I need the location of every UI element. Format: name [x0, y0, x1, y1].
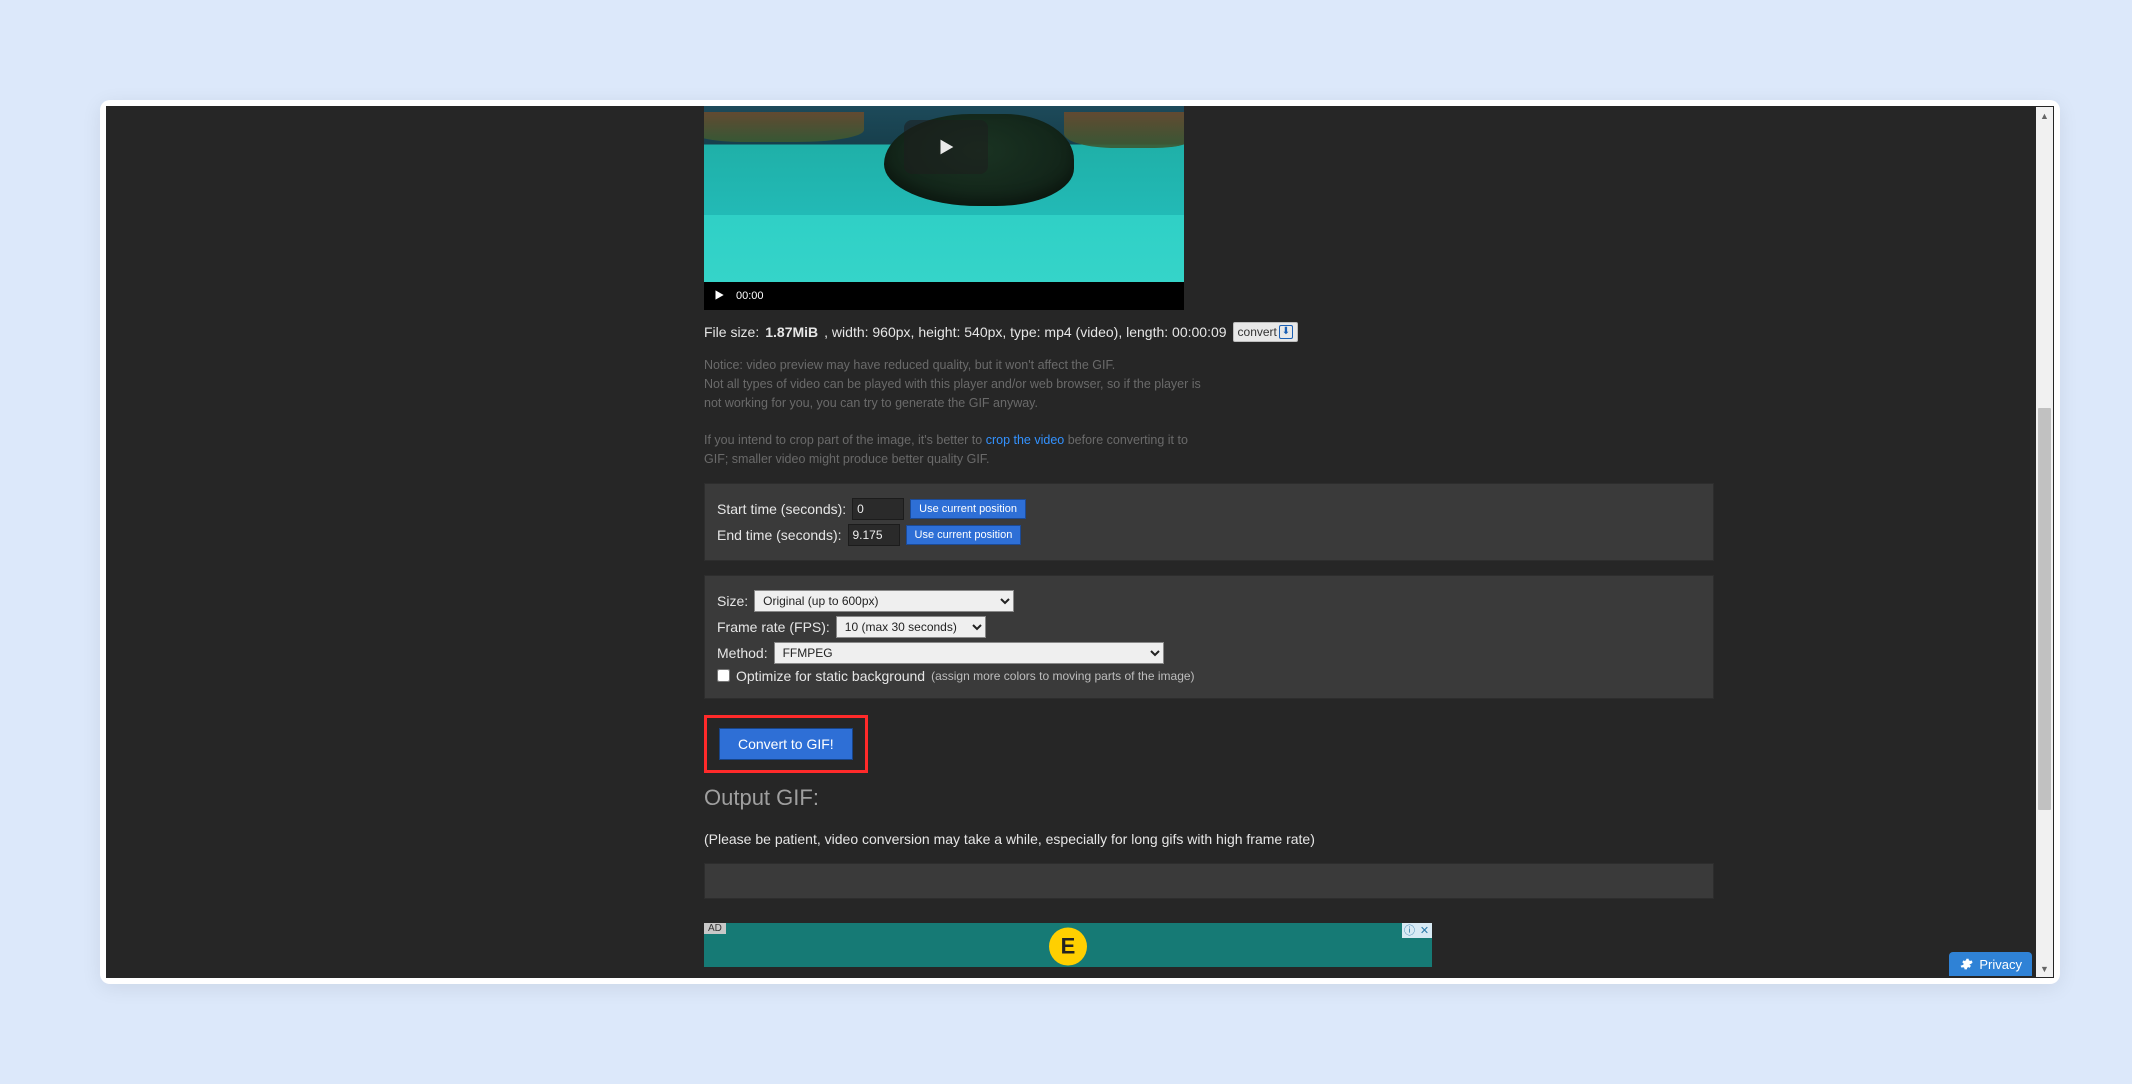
output-box [704, 863, 1714, 899]
size-label: Size: [717, 593, 748, 609]
video-play-overlay[interactable] [904, 120, 988, 174]
use-current-start-button[interactable]: Use current position [910, 499, 1026, 519]
ad-info-icon[interactable]: ⓘ [1402, 923, 1417, 938]
start-time-label: Start time (seconds): [717, 501, 846, 517]
options-panel: Size: Original (up to 600px) Frame rate … [704, 575, 1714, 699]
play-icon [935, 135, 957, 159]
file-size: 1.87MiB [765, 324, 818, 340]
scroll-down-button[interactable]: ▼ [2036, 960, 2053, 977]
convert-to-gif-button[interactable]: Convert to GIF! [719, 728, 853, 760]
scroll-up-button[interactable]: ▲ [2036, 107, 2053, 124]
ad-tag: AD [704, 923, 726, 934]
scroll-thumb[interactable] [2038, 408, 2051, 809]
file-info: File size: 1.87MiB , width: 960px, heigh… [704, 322, 1444, 342]
vertical-scrollbar[interactable]: ▲ ▼ [2036, 107, 2053, 977]
convert-small-button[interactable]: convert ⬇ [1233, 322, 1298, 342]
patience-note: (Please be patient, video conversion may… [704, 831, 1444, 847]
scroll-track[interactable] [2036, 124, 2053, 960]
end-time-input[interactable] [848, 524, 900, 546]
static-bg-label: Optimize for static background [736, 668, 925, 684]
convert-highlight: Convert to GIF! [704, 715, 868, 773]
privacy-button[interactable]: Privacy [1949, 952, 2032, 976]
notice-text: Notice: video preview may have reduced q… [704, 356, 1204, 469]
notice-line3a: If you intend to crop part of the image,… [704, 433, 986, 447]
video-controls: 00:00 [704, 282, 1184, 310]
video-play-button[interactable] [712, 288, 726, 305]
convert-small-label: convert [1238, 325, 1277, 339]
ad-controls: ⓘ ✕ [1402, 923, 1432, 938]
size-select[interactable]: Original (up to 600px) [754, 590, 1014, 612]
output-heading: Output GIF: [704, 785, 1444, 811]
fps-select[interactable]: 10 (max 30 seconds) [836, 616, 986, 638]
browser-viewport: 00:00 File size: 1.87MiB , width: 960px,… [106, 106, 2054, 978]
play-icon [712, 288, 726, 302]
use-current-end-button[interactable]: Use current position [906, 525, 1022, 545]
ad-logo: E [1049, 927, 1087, 965]
page-content: 00:00 File size: 1.87MiB , width: 960px,… [106, 106, 2034, 978]
file-info-prefix: File size: [704, 324, 759, 340]
notice-line2: Not all types of video can be played wit… [704, 375, 1204, 413]
video-scene-shore-right [1064, 112, 1184, 148]
static-bg-checkbox[interactable] [717, 669, 730, 682]
notice-line1: Notice: video preview may have reduced q… [704, 356, 1204, 375]
fps-label: Frame rate (FPS): [717, 619, 830, 635]
privacy-label: Privacy [1979, 957, 2022, 972]
crop-video-link[interactable]: crop the video [986, 433, 1065, 447]
static-bg-note: (assign more colors to moving parts of t… [931, 669, 1194, 683]
method-label: Method: [717, 645, 768, 661]
end-time-label: End time (seconds): [717, 527, 842, 543]
outer-frame: 00:00 File size: 1.87MiB , width: 960px,… [100, 100, 2060, 984]
video-time: 00:00 [736, 290, 764, 302]
file-info-rest: , width: 960px, height: 540px, type: mp4… [824, 324, 1226, 340]
time-panel: Start time (seconds): Use current positi… [704, 483, 1714, 561]
ad-banner[interactable]: AD E ⓘ ✕ [704, 923, 1432, 967]
download-icon: ⬇ [1279, 325, 1293, 339]
video-preview[interactable]: 00:00 [704, 106, 1184, 310]
ad-close-icon[interactable]: ✕ [1417, 923, 1432, 938]
start-time-input[interactable] [852, 498, 904, 520]
gear-icon [1959, 957, 1973, 971]
method-select[interactable]: FFMPEG [774, 642, 1164, 664]
video-scene-shore-left [704, 112, 864, 142]
